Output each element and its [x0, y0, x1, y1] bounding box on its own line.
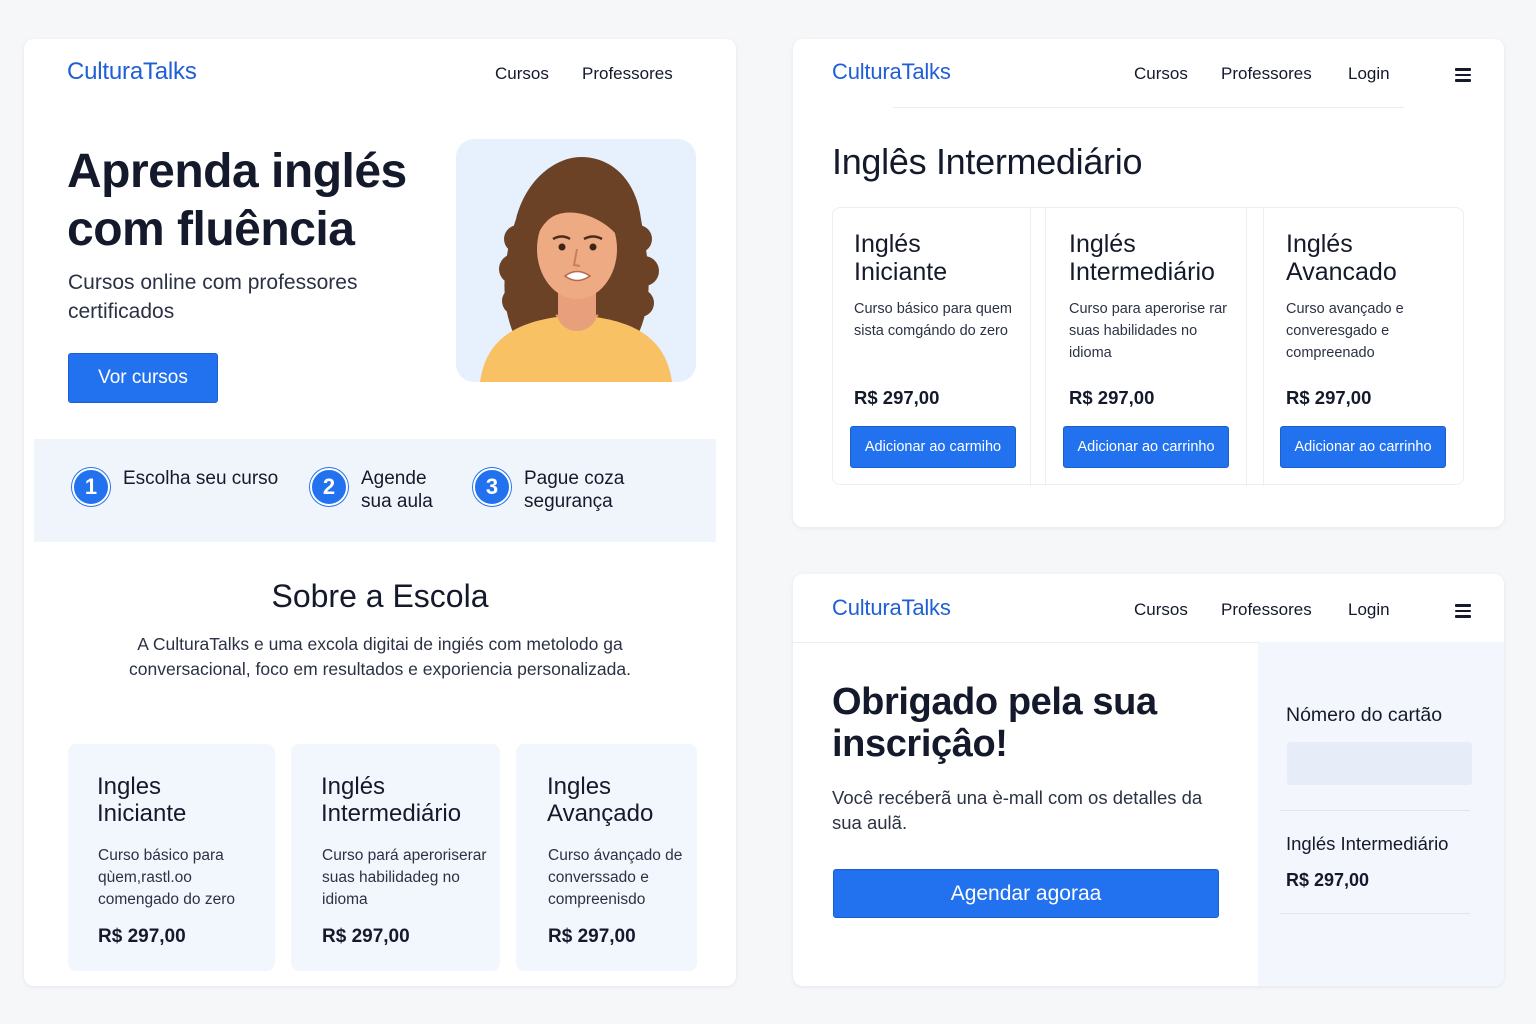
thanks-title: Obrigado pela sua inscriçâo!: [832, 681, 1157, 765]
course-price: R$ 297,00: [322, 926, 410, 947]
step-number: 3: [473, 468, 511, 506]
teacher-illustration: [456, 139, 696, 382]
step-1: 1 Escolha seu curso: [72, 468, 293, 506]
menu-icon[interactable]: [1455, 604, 1471, 618]
steps-band: 1 Escolha seu curso 2 Agende sua aula 3 …: [34, 439, 716, 542]
brand-logo[interactable]: CulturaTalks: [832, 595, 951, 621]
sidebar-divider: [1280, 913, 1470, 914]
brand-logo[interactable]: CulturaTalks: [832, 59, 951, 85]
course-price: R$ 297,00: [1286, 387, 1372, 408]
course-card-intermediate[interactable]: Inglés Intermediário Curso pará aperoris…: [291, 744, 500, 971]
step-number: 2: [310, 468, 348, 506]
step-3: 3 Pague coza segurança: [473, 468, 634, 513]
thanks-message: Você recéberã una è-mall com os detalles…: [832, 787, 1203, 833]
step-2: 2 Agende sua aula: [310, 468, 441, 513]
course-card-advanced: Inglés Avancado Curso avançado e convere…: [1264, 208, 1464, 486]
nav-cursos[interactable]: Cursos: [1134, 64, 1188, 84]
add-to-cart-button[interactable]: Adicionar ao carrinho: [1280, 426, 1446, 468]
step-text: Pague coza segurança: [524, 468, 625, 512]
course-price: R$ 297,00: [854, 387, 940, 408]
home-page-panel: CulturaTalks Cursos Professores Aprenda …: [24, 39, 736, 986]
course-price: R$ 297,00: [548, 926, 636, 947]
course-description: Curso para aperorise rar suas habilidade…: [1069, 301, 1227, 361]
about-title: Sobre a Escola: [271, 578, 489, 614]
card-divider: [1246, 208, 1247, 486]
brand-logo[interactable]: CulturaTalks: [67, 58, 197, 86]
page-title: Inglês Intermediário: [832, 141, 1143, 182]
nav-professores[interactable]: Professores: [1221, 64, 1312, 84]
course-description: Curso básico para quem sista comgándo do…: [854, 301, 1012, 339]
course-description: Curso básico para qùem,rastl.oo comengad…: [98, 847, 236, 908]
hero-subtitle: Cursos online com professores certificad…: [68, 271, 358, 323]
nav-professores[interactable]: Professores: [582, 64, 673, 84]
nav-login[interactable]: Login: [1348, 64, 1390, 84]
step-text: Escolha seu curso: [123, 468, 279, 489]
header-divider: [893, 107, 1404, 108]
nav-login[interactable]: Login: [1348, 600, 1390, 620]
course-title: Inglés Intermediário: [1069, 230, 1215, 286]
menu-icon[interactable]: [1455, 68, 1471, 82]
course-title: Inglés Avancado: [1286, 230, 1397, 286]
nav-cursos[interactable]: Cursos: [1134, 600, 1188, 620]
sidebar-divider: [1280, 810, 1470, 811]
thanks-page-panel: CulturaTalks Cursos Professores Login Ob…: [793, 574, 1504, 986]
course-cards: Inglés Iniciante Curso básico para quem …: [832, 207, 1464, 486]
course-title: Ingles Iniciante: [97, 773, 187, 827]
course-card-beginner: Inglés Iniciante Curso básico para quem …: [833, 208, 1029, 486]
step-text: Agende sua aula: [361, 468, 433, 512]
nav-cursos[interactable]: Cursos: [495, 64, 549, 84]
card-number-field[interactable]: [1287, 742, 1472, 785]
course-price: R$ 297,00: [1069, 387, 1155, 408]
course-title: Inglés Iniciante: [854, 230, 948, 286]
course-card-advanced[interactable]: Ingles Avançado Curso ávançado de conver…: [516, 744, 697, 971]
step-number: 1: [72, 468, 110, 506]
course-description: Curso avançado e converesgado e compreen…: [1286, 301, 1404, 361]
add-to-cart-button[interactable]: Adicionar ao carrinho: [1063, 426, 1229, 468]
course-description: Curso pará aperoriserar suas habilidadeg…: [322, 847, 487, 908]
course-description: Curso ávançado de converssado e compreen…: [548, 847, 683, 908]
order-course-name: Inglés Intermediário: [1286, 833, 1449, 854]
nav-professores[interactable]: Professores: [1221, 600, 1312, 620]
card-divider: [1030, 208, 1031, 486]
order-price: R$ 297,00: [1286, 870, 1370, 890]
view-courses-button[interactable]: Vor cursos: [68, 353, 218, 403]
course-card-intermediate: Inglés Intermediário Curso para aperoris…: [1046, 208, 1246, 486]
about-text: A CulturaTalks e uma excola digitai de i…: [129, 634, 631, 679]
order-sidebar: Nómero do cartão Inglés Intermediário R$…: [1258, 642, 1504, 986]
hero-title: Aprenda inglés com fluência: [67, 145, 407, 256]
course-price: R$ 297,00: [98, 926, 186, 947]
course-title: Inglés Intermediário: [321, 773, 462, 827]
course-title: Ingles Avançado: [547, 773, 654, 827]
card-number-label: Nómero do cartão: [1286, 704, 1443, 726]
add-to-cart-button[interactable]: Adicionar ao carmiho: [850, 426, 1016, 468]
course-card-beginner[interactable]: Ingles Iniciante Curso básico para qùem,…: [68, 744, 275, 971]
schedule-now-button[interactable]: Agendar agoraa: [833, 869, 1219, 918]
courses-page-panel: CulturaTalks Cursos Professores Login In…: [793, 39, 1504, 527]
